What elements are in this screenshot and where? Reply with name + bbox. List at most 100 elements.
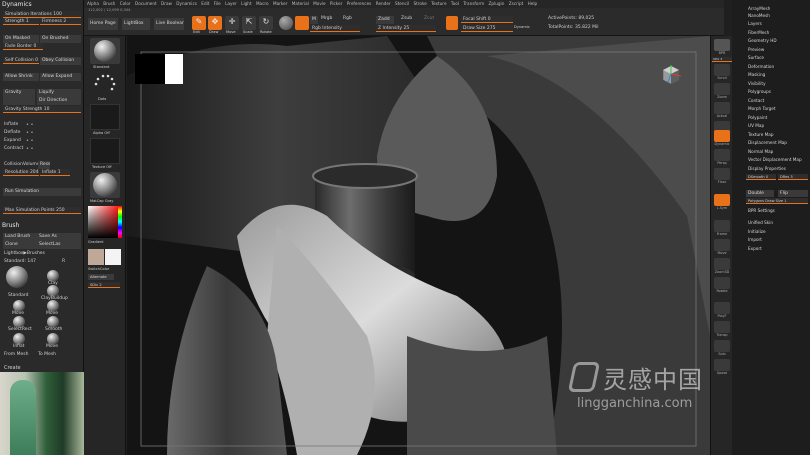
subpalette-item[interactable]: Texture Map [748, 132, 774, 137]
spix-slider[interactable]: SPix 3 [712, 57, 732, 62]
z-intensity-slider[interactable]: Z Intensity 25 [376, 25, 436, 32]
focal-shift-slider[interactable]: Focal Shift 0 [461, 16, 513, 23]
menu-item[interactable]: Zplugin [489, 1, 505, 6]
brush-title[interactable]: Brush [2, 222, 19, 229]
on-masked-button[interactable]: On Masked [3, 35, 39, 43]
viewport-canvas[interactable]: 灵感中国 lingganchina.com [127, 36, 710, 455]
lightbox-brushes-link[interactable]: Lightbox▶Brushes [4, 251, 45, 256]
subpalette-item[interactable]: Preview [748, 47, 764, 52]
subpalette-item[interactable]: NanoMesh [748, 13, 770, 18]
menu-item[interactable]: File [214, 1, 221, 6]
flip-button[interactable]: Flip [778, 190, 808, 197]
m-toggle[interactable]: M [310, 16, 318, 24]
subpalette-item[interactable]: FiberMesh [748, 30, 769, 35]
persp-button[interactable] [714, 149, 730, 161]
menu-item[interactable]: Document [135, 1, 157, 6]
mrgb-toggle[interactable]: Mrgb [321, 16, 332, 21]
menu-item[interactable]: Transform [463, 1, 484, 6]
scale-button[interactable]: ⇱ [242, 16, 256, 30]
rgb-intensity-slider[interactable]: Rgb Intensity [310, 25, 360, 32]
double-button[interactable]: Double [746, 190, 774, 197]
contract-label[interactable]: Contract [4, 146, 23, 151]
subpalette-item[interactable]: Visibility [748, 81, 766, 86]
subpalette-item[interactable]: Normal Map [748, 149, 773, 154]
brush-picker[interactable] [90, 38, 120, 64]
save-as-button[interactable]: Save As [37, 233, 81, 241]
dres-slider[interactable]: DRes 3 [778, 174, 808, 180]
polygons-draw-size-slider[interactable]: Polygons Draw Size 1 [746, 198, 808, 204]
collision-volume-label[interactable]: CollisionVolume [4, 162, 40, 167]
brush-r-label[interactable]: R [62, 259, 65, 264]
resolution-slider[interactable]: Resolution 2048 [3, 169, 39, 176]
deflate-label[interactable]: Deflate [4, 130, 20, 135]
subpalette-item[interactable]: Contact [748, 98, 764, 103]
menu-item[interactable]: Marker [273, 1, 287, 6]
actual-button[interactable] [714, 102, 730, 114]
inflate-slider[interactable]: Inflate 1 [40, 169, 70, 176]
alternate-button[interactable]: Alternate [88, 274, 114, 280]
gravity-button[interactable]: Gravity [3, 89, 35, 105]
subpalette-item[interactable]: Polypaint [748, 115, 767, 120]
navigation-cube[interactable] [659, 62, 683, 86]
menu-item[interactable]: Stencil [395, 1, 409, 6]
zsub-toggle[interactable]: Zsub [401, 16, 412, 21]
run-simulation-button[interactable]: Run Simulation [3, 188, 81, 196]
fade-border-slider[interactable]: Fade Border 0 [3, 43, 43, 50]
strength-slider[interactable]: Strength 1 [3, 18, 39, 25]
texture-picker[interactable] [90, 138, 120, 164]
draw-size-slider[interactable]: Draw Size 275 [461, 25, 513, 32]
menu-item[interactable]: Light [241, 1, 251, 6]
rotate-button[interactable]: ↻ [259, 16, 273, 30]
subpalette-item[interactable]: Initialize [748, 229, 766, 234]
subpalette-item[interactable]: Layers [748, 21, 762, 26]
rgb-toggle[interactable]: Rgb [343, 16, 352, 21]
color-picker[interactable] [88, 206, 122, 238]
menu-item[interactable]: Stroke [414, 1, 427, 6]
dynamic-button[interactable] [714, 130, 730, 142]
draw-button[interactable]: ✥ [208, 16, 222, 30]
load-brush-button[interactable]: Load Brush [3, 233, 39, 241]
on-brushed-button[interactable]: On Brushed [40, 35, 81, 43]
self-collision-slider[interactable]: Self Collision 0 [3, 57, 39, 64]
transp-button[interactable] [714, 321, 730, 333]
menu-item[interactable]: Help [528, 1, 538, 6]
menu-item[interactable]: Render [376, 1, 391, 6]
frame-button[interactable] [714, 220, 730, 232]
zoom-button[interactable] [714, 83, 730, 95]
alpha-picker[interactable] [90, 104, 120, 130]
sdiv-slider[interactable]: SDiv 2 [88, 282, 120, 288]
menu-item[interactable]: Color [120, 1, 131, 6]
standard-brush-icon[interactable] [6, 266, 28, 288]
from-mesh-button[interactable]: From Mesh [4, 352, 28, 357]
menu-item[interactable]: Movie [313, 1, 325, 6]
clone-button[interactable]: Clone [3, 241, 39, 249]
subpalette-item[interactable]: Display Properties [748, 166, 786, 171]
allow-expand-button[interactable]: Allow Expand [40, 73, 81, 81]
subpalette-item[interactable]: Surface [748, 55, 764, 60]
simulation-iterations-slider[interactable]: Simulation Iterations 100 [3, 11, 81, 18]
dsmooth-slider[interactable]: DSmooth 0 [746, 174, 776, 180]
subpalette-item[interactable]: Import [748, 237, 762, 242]
menu-item[interactable]: Draw [161, 1, 172, 6]
menu-item[interactable]: Texture [431, 1, 446, 6]
focal-icon-button[interactable] [446, 16, 458, 30]
zoom3d-button[interactable] [714, 258, 730, 270]
dynamics-title[interactable]: Dynamics [2, 1, 32, 8]
material-picker[interactable] [90, 172, 120, 198]
floor-button[interactable] [714, 168, 730, 180]
solo-button[interactable] [714, 340, 730, 352]
liquify-button[interactable]: Liquify [37, 89, 81, 97]
menu-item[interactable]: Alpha [87, 1, 99, 6]
bpr-button[interactable] [714, 39, 730, 51]
subpalette-item[interactable]: Vector Displacement Map [748, 157, 802, 162]
polyf-button[interactable] [714, 302, 730, 314]
menu-item[interactable]: Brush [103, 1, 115, 6]
xpose-button[interactable] [714, 359, 730, 371]
subpalette-item[interactable]: Morph Target [748, 106, 776, 111]
menu-item[interactable]: Layer [225, 1, 237, 6]
firmness-slider[interactable]: Firmness 2 [40, 18, 81, 25]
subpalette-item[interactable]: ArrayMesh [748, 6, 770, 11]
lsym-button[interactable] [714, 194, 730, 206]
secondary-color-swatch[interactable] [105, 249, 121, 265]
subpalette-item[interactable]: Polygroups [748, 89, 771, 94]
